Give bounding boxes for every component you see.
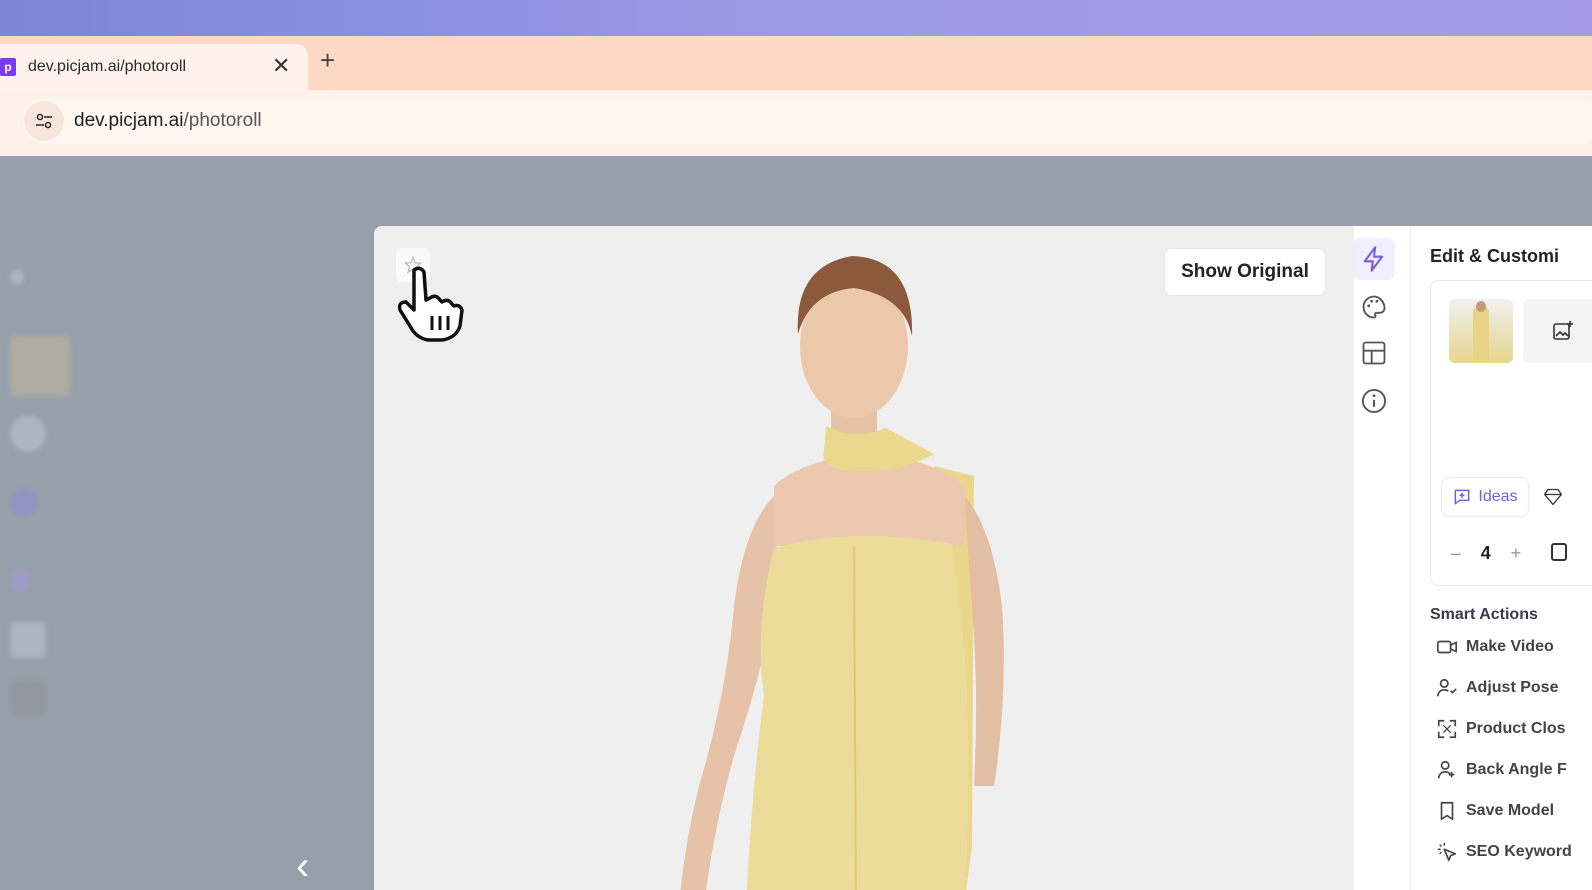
layout-icon [1362, 341, 1386, 365]
action-label: Adjust Pose [1466, 679, 1559, 696]
tab-title: dev.picjam.ai/photoroll [28, 58, 187, 75]
back-angle-action[interactable]: Back Angle F [1436, 759, 1567, 781]
panel-divider [1410, 226, 1411, 890]
action-label: SEO Keyword [1466, 843, 1572, 860]
address-bar: dev.picjam.ai/photoroll [0, 90, 1592, 156]
add-image-icon [1553, 321, 1573, 340]
lightning-tool-button[interactable] [1353, 238, 1395, 280]
url-field[interactable]: dev.picjam.ai/photoroll [22, 98, 1592, 144]
stepper-value: 4 [1480, 542, 1491, 563]
url-text: dev.picjam.ai/photoroll [74, 110, 262, 132]
tool-column [1349, 238, 1399, 438]
customize-card: Ideas – 4 + [1430, 280, 1592, 586]
pose-icon [1437, 678, 1457, 697]
thumbnail-head [1476, 301, 1486, 312]
panel-title: Edit & Customi [1430, 246, 1559, 266]
expand-icon [1437, 719, 1457, 739]
make-video-action[interactable]: Make Video [1436, 636, 1554, 658]
sidebar-placeholder-icon [10, 270, 24, 284]
stepper-minus-button[interactable]: – [1451, 543, 1461, 564]
sidebar-placeholder-icon [10, 416, 46, 452]
sidebar-placeholder-icon [10, 622, 46, 658]
edit-panel: Edit & Customi Ideas – 4 + Smart Actions [1424, 226, 1592, 890]
action-label: Back Angle F [1466, 761, 1567, 778]
adjust-pose-action[interactable]: Adjust Pose [1436, 677, 1558, 699]
action-label: Save Model [1466, 802, 1555, 819]
sidebar-placeholder-icon [10, 570, 30, 590]
palette-tool-button[interactable] [1353, 286, 1395, 328]
model-photo [680, 256, 1004, 890]
product-thumbnail[interactable] [1449, 299, 1513, 363]
ideas-button[interactable]: Ideas [1441, 477, 1529, 517]
sidebar-placeholder-icon [10, 680, 46, 716]
smart-actions-title: Smart Actions [1430, 606, 1538, 623]
lightning-icon [1363, 246, 1384, 272]
window-top-bar [0, 0, 1592, 36]
stepper-plus-button[interactable]: + [1511, 543, 1522, 564]
browser-tab[interactable]: p dev.picjam.ai/photoroll ✕ [0, 44, 308, 90]
info-icon [1361, 388, 1387, 414]
cursor-click-icon [1437, 842, 1457, 862]
show-original-button[interactable]: Show Original [1164, 248, 1326, 296]
hand-cursor-icon [397, 266, 464, 342]
tab-favicon-icon: p [0, 58, 16, 76]
layout-tool-button[interactable] [1353, 332, 1395, 374]
new-tab-button[interactable]: + [320, 47, 335, 73]
add-image-button[interactable] [1523, 299, 1592, 363]
seo-keywords-action[interactable]: SEO Keyword [1436, 841, 1572, 863]
ideas-icon [1455, 489, 1470, 505]
close-tab-icon[interactable]: ✕ [272, 55, 290, 77]
product-closeup-action[interactable]: Product Clos [1436, 718, 1566, 740]
site-settings-icon[interactable] [24, 101, 64, 141]
tab-bar: p dev.picjam.ai/photoroll ✕ [0, 36, 1592, 90]
image-editor-modal: Show Original Edit & Customi Ideas – 4 +… [374, 226, 1592, 890]
video-icon [1437, 640, 1457, 654]
action-label: Product Clos [1466, 720, 1566, 737]
thumbnail-figure [1473, 305, 1489, 361]
quantity-stepper[interactable]: – 4 + [1441, 537, 1531, 569]
action-label: Make Video [1466, 638, 1554, 655]
sidebar-product-thumb [10, 336, 70, 396]
previous-image-button[interactable]: ‹ [296, 846, 309, 886]
url-domain: dev.picjam.ai [74, 110, 184, 131]
palette-icon [1362, 295, 1386, 319]
info-tool-button[interactable] [1353, 380, 1395, 422]
dimmed-sidebar [0, 250, 350, 890]
url-path: /photoroll [183, 110, 262, 131]
image-preview: Show Original [374, 226, 1354, 890]
bookmark-icon [1440, 801, 1454, 821]
gem-icon[interactable] [1543, 487, 1563, 507]
ideas-label: Ideas [1478, 488, 1518, 505]
aspect-ratio-icon[interactable] [1551, 543, 1567, 561]
person-icon [1437, 760, 1455, 779]
save-model-action[interactable]: Save Model [1436, 800, 1554, 822]
sidebar-placeholder-icon [10, 488, 38, 516]
